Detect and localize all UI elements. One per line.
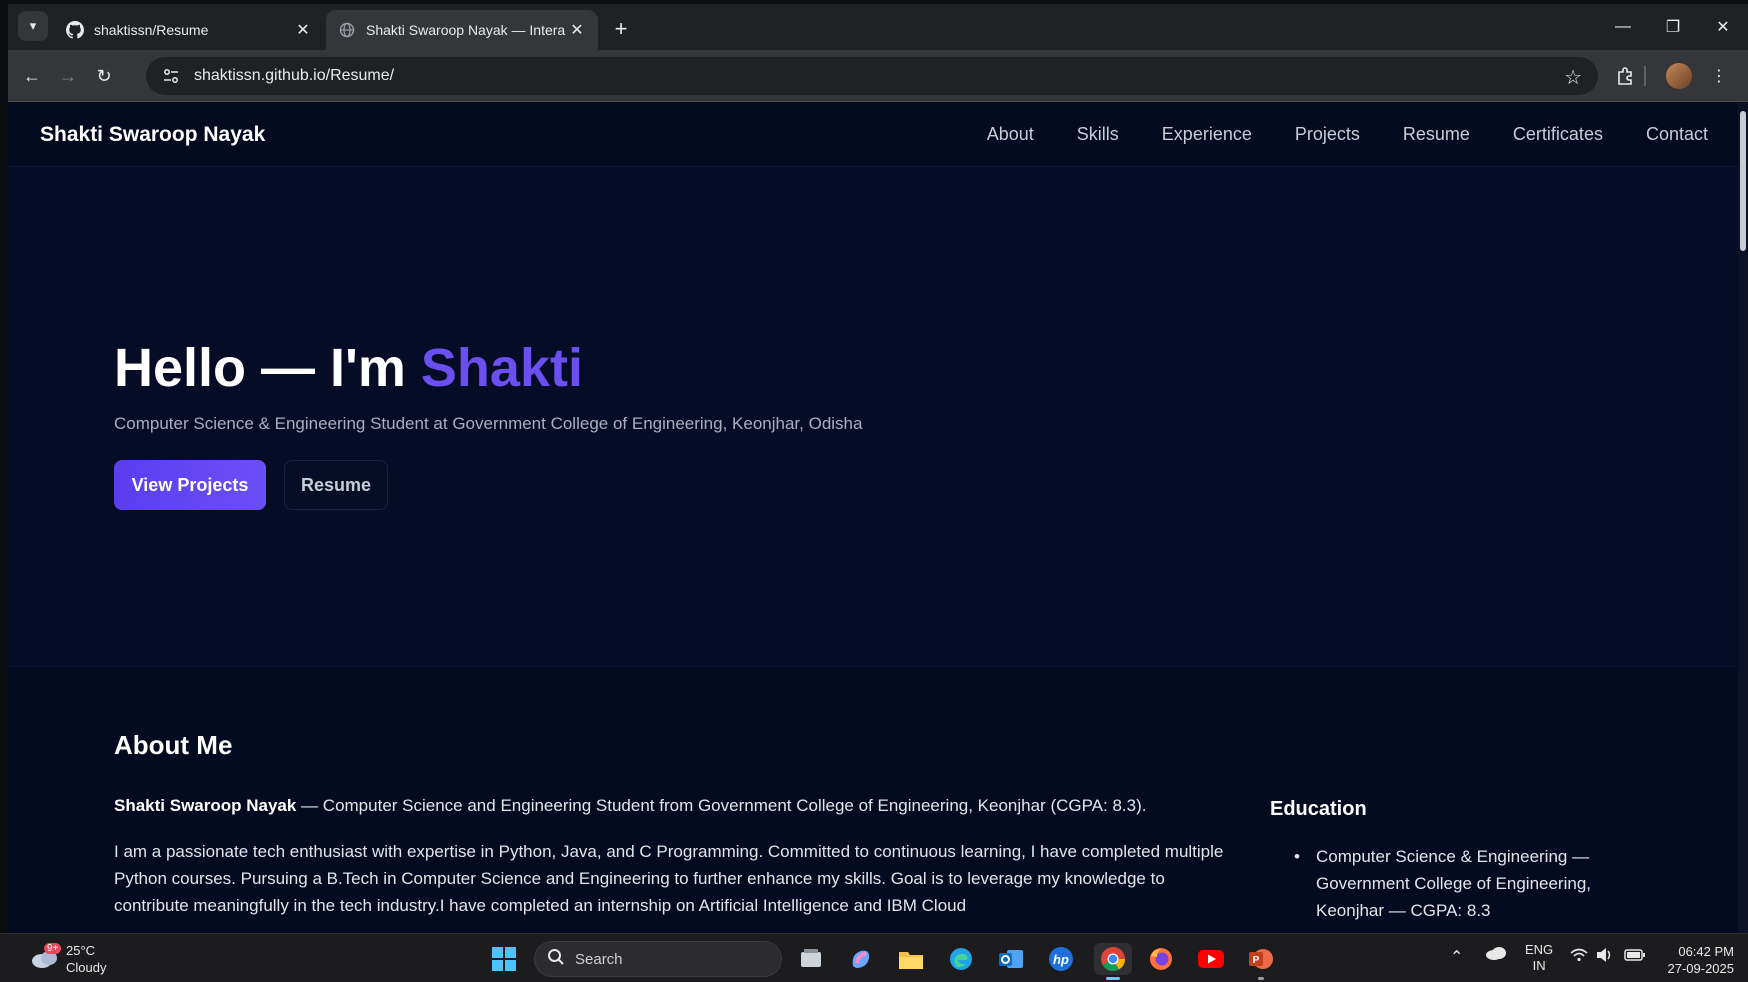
windows-start-icon[interactable] xyxy=(488,943,520,975)
edge-icon[interactable] xyxy=(945,943,977,975)
hero-section: Hello — I'm Shakti Computer Science & En… xyxy=(8,167,1738,667)
file-explorer-icon[interactable] xyxy=(895,943,927,975)
nav-resume[interactable]: Resume xyxy=(1403,124,1470,145)
wifi-icon[interactable] xyxy=(1570,948,1588,965)
hero-name: Shakti xyxy=(420,338,583,398)
site-info-icon[interactable] xyxy=(160,65,182,87)
kebab-menu-icon[interactable]: ⋮ xyxy=(1704,61,1734,91)
youtube-icon[interactable] xyxy=(1195,943,1227,975)
weather-desc: Cloudy xyxy=(66,960,107,975)
nav-skills[interactable]: Skills xyxy=(1077,124,1119,145)
resume-button[interactable]: Resume xyxy=(284,460,388,510)
nav-certificates[interactable]: Certificates xyxy=(1513,124,1603,145)
site-nav: About Skills Experience Projects Resume … xyxy=(987,124,1708,145)
hero-title: Hello — I'm Shakti xyxy=(114,337,583,399)
window-close-icon[interactable]: ✕ xyxy=(1698,4,1748,50)
back-arrow-icon[interactable]: ← xyxy=(20,64,44,88)
system-clock[interactable]: 06:42 PM 27-09-2025 xyxy=(1668,943,1735,977)
address-bar[interactable]: shaktissn.github.io/Resume/ ☆ xyxy=(146,57,1598,95)
about-section: About Me Shakti Swaroop Nayak — Computer… xyxy=(8,668,1738,933)
svg-text:P: P xyxy=(1253,955,1260,966)
about-intro-text: — Computer Science and Engineering Stude… xyxy=(296,796,1147,815)
hero-subtitle: Computer Science & Engineering Student a… xyxy=(114,414,863,433)
search-placeholder: Search xyxy=(575,950,623,968)
onedrive-icon[interactable] xyxy=(1485,946,1507,963)
weather-badge: 9+ xyxy=(44,943,62,954)
nav-experience[interactable]: Experience xyxy=(1162,124,1252,145)
window-controls: — ❐ ✕ xyxy=(1598,4,1748,50)
chrome-icon[interactable] xyxy=(1094,943,1132,980)
tab-portfolio[interactable]: Shakti Swaroop Nayak — Intera ✕ xyxy=(326,10,598,50)
about-heading: About Me xyxy=(114,730,233,760)
reload-icon[interactable]: ↻ xyxy=(92,64,116,88)
scrollbar-thumb[interactable] xyxy=(1740,111,1746,251)
close-icon[interactable]: ✕ xyxy=(568,20,586,40)
about-bio: I am a passionate tech enthusiast with e… xyxy=(114,842,1224,915)
tray-chevron-up-icon[interactable]: ⌃ xyxy=(1450,947,1463,967)
about-intro-name: Shakti Swaroop Nayak xyxy=(114,796,297,815)
tab-search-button[interactable]: ▾ xyxy=(18,11,48,41)
clock-time: 06:42 PM xyxy=(1678,944,1734,959)
copilot-icon[interactable] xyxy=(845,943,877,975)
hero-greeting: Hello — I'm xyxy=(114,338,406,398)
nav-projects[interactable]: Projects xyxy=(1295,124,1360,145)
minimize-icon[interactable]: — xyxy=(1598,4,1648,50)
cloud-icon: 9+ xyxy=(30,943,62,971)
outlook-icon[interactable] xyxy=(995,943,1027,975)
firefox-icon[interactable] xyxy=(1145,943,1177,975)
github-icon xyxy=(66,21,84,39)
bookmark-star-icon[interactable]: ☆ xyxy=(1564,65,1582,90)
globe-icon xyxy=(338,21,356,39)
site-brand[interactable]: Shakti Swaroop Nayak xyxy=(40,123,265,147)
chevron-down-icon: ▾ xyxy=(29,18,37,33)
task-view-icon[interactable] xyxy=(795,943,827,975)
tab-title: Shakti Swaroop Nayak — Intera xyxy=(366,22,566,38)
svg-text:hp: hp xyxy=(1053,952,1069,967)
education-list: Computer Science & Engineering — Governm… xyxy=(1270,843,1650,924)
about-intro: Shakti Swaroop Nayak — Computer Science … xyxy=(114,796,1234,816)
browser-tab-bar: ▾ shaktissn/Resume ✕ Shakti Swaroop Naya… xyxy=(8,4,1748,50)
url-text: shaktissn.github.io/Resume/ xyxy=(194,67,395,84)
new-tab-button[interactable]: + xyxy=(608,16,634,42)
hp-icon[interactable]: hp xyxy=(1045,943,1077,975)
weather-widget[interactable]: 9+ 25°C Cloudy xyxy=(30,942,106,976)
region-code: IN xyxy=(1532,958,1546,973)
battery-icon[interactable] xyxy=(1624,948,1646,965)
running-indicator xyxy=(1258,977,1264,980)
nav-about[interactable]: About xyxy=(987,124,1034,145)
taskbar-search[interactable]: Search xyxy=(534,941,782,977)
search-icon xyxy=(547,948,565,970)
volume-icon[interactable] xyxy=(1596,947,1614,966)
nav-contact[interactable]: Contact xyxy=(1646,124,1708,145)
active-indicator xyxy=(1106,977,1120,980)
extensions-icon[interactable] xyxy=(1610,61,1640,91)
taskbar: 9+ 25°C Cloudy Search hp P ⌃ ENG IN 06:4… xyxy=(0,933,1748,982)
page-scrollbar[interactable] xyxy=(1738,103,1748,933)
education-heading: Education xyxy=(1270,798,1367,820)
clock-date: 27-09-2025 xyxy=(1667,961,1735,976)
list-item: Computer Science & Engineering — Governm… xyxy=(1290,843,1650,924)
close-icon[interactable]: ✕ xyxy=(294,20,312,40)
view-projects-button[interactable]: View Projects xyxy=(114,460,266,510)
language-code: ENG xyxy=(1525,942,1554,957)
tab-github-resume[interactable]: shaktissn/Resume ✕ xyxy=(54,10,324,50)
screen: ▾ shaktissn/Resume ✕ Shakti Swaroop Naya… xyxy=(0,0,1748,982)
forward-arrow-icon[interactable]: → xyxy=(56,64,80,88)
web-page: Shakti Swaroop Nayak About Skills Experi… xyxy=(8,103,1738,933)
site-header: Shakti Swaroop Nayak About Skills Experi… xyxy=(8,103,1738,167)
toolbar-divider xyxy=(1644,66,1646,86)
weather-temp: 25°C xyxy=(66,943,96,958)
restore-icon[interactable]: ❐ xyxy=(1648,4,1698,50)
education-panel: Education Computer Science & Engineering… xyxy=(1270,798,1650,924)
powerpoint-icon[interactable]: P xyxy=(1245,943,1277,980)
browser-toolbar: ← → ↻ shaktissn.github.io/Resume/ ☆ ⋮ xyxy=(8,50,1748,102)
profile-avatar[interactable] xyxy=(1666,63,1692,89)
tab-title: shaktissn/Resume xyxy=(94,22,209,38)
language-indicator[interactable]: ENG IN xyxy=(1525,942,1553,974)
